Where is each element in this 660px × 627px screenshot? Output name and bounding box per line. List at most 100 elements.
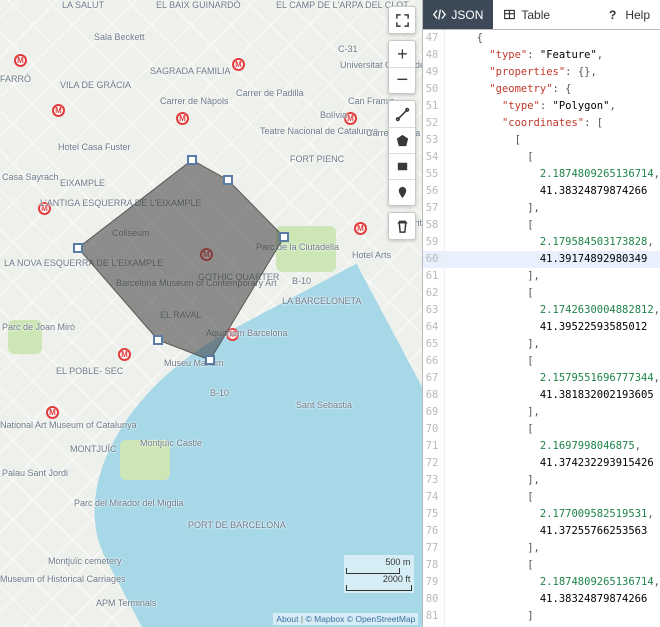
line-number: 71 — [423, 438, 445, 455]
metro-stop-icon: M — [176, 112, 189, 125]
code-line[interactable]: 58 [ — [423, 217, 660, 234]
line-number: 58 — [423, 217, 445, 234]
code-line[interactable]: 64 41.39522593585012 — [423, 319, 660, 336]
line-number: 69 — [423, 404, 445, 421]
code-line[interactable]: 79 2.1874809265136714, — [423, 574, 660, 591]
tab-json[interactable]: JSON — [423, 0, 493, 29]
delete-button[interactable] — [389, 213, 415, 239]
poi-label: Parc de Joan Miró — [2, 322, 75, 332]
code-line[interactable]: 62 [ — [423, 285, 660, 302]
line-number: 66 — [423, 353, 445, 370]
line-number: 64 — [423, 319, 445, 336]
code-line[interactable]: 49 "properties": {}, — [423, 64, 660, 81]
code-line[interactable]: 66 [ — [423, 353, 660, 370]
code-line[interactable]: 60 41.39174892980349 — [423, 251, 660, 268]
code-line[interactable]: 71 2.1697998046875, — [423, 438, 660, 455]
code-line[interactable]: 61 ], — [423, 268, 660, 285]
tab-help-label: Help — [625, 8, 650, 22]
poi-label: Teatre Nacional de Catalunya — [260, 126, 378, 136]
line-number: 73 — [423, 472, 445, 489]
marker-tool-icon — [395, 185, 410, 200]
zoom-in-button[interactable]: + — [389, 41, 415, 67]
code-line[interactable]: 73 ], — [423, 472, 660, 489]
metro-stop-icon: M — [46, 406, 59, 419]
code-line[interactable]: 76 41.37255766253563 — [423, 523, 660, 540]
map-port — [137, 494, 332, 627]
metro-stop-icon: M — [354, 222, 367, 235]
line-number: 78 — [423, 557, 445, 574]
scale-metric: 500 m — [358, 557, 412, 567]
code-line[interactable]: 54 [ — [423, 149, 660, 166]
code-line[interactable]: 75 2.177009582519531, — [423, 506, 660, 523]
code-line[interactable]: 72 41.374232293915426 — [423, 455, 660, 472]
line-number: 53 — [423, 132, 445, 149]
poi-label: EL POBLE- SEC — [56, 366, 123, 376]
poi-label: Palau Sant Jordi — [2, 468, 68, 478]
scale-imperial: 2000 ft — [358, 574, 412, 584]
map-controls: + − — [388, 6, 416, 240]
line-number: 81 — [423, 608, 445, 625]
fullscreen-button[interactable] — [389, 7, 415, 33]
poi-label: EL BAIX GUINARDÓ — [156, 0, 241, 10]
code-line[interactable]: 55 2.1874809265136714, — [423, 166, 660, 183]
code-line[interactable]: 59 2.179584503173828, — [423, 234, 660, 251]
line-number: 65 — [423, 336, 445, 353]
code-line[interactable]: 68 41.381832002193605 — [423, 387, 660, 404]
code-line[interactable]: 67 2.1579551696777344, — [423, 370, 660, 387]
poi-label: Sant Sebastià — [296, 400, 352, 410]
line-number: 51 — [423, 98, 445, 115]
code-line[interactable]: 77 ], — [423, 540, 660, 557]
line-number: 68 — [423, 387, 445, 404]
tab-table[interactable]: Table — [493, 0, 560, 29]
metro-stop-icon: M — [232, 58, 245, 71]
code-line[interactable]: 70 [ — [423, 421, 660, 438]
table-icon — [503, 8, 516, 21]
code-line[interactable]: 69 ], — [423, 404, 660, 421]
poi-label: Hotel Arts — [352, 250, 391, 260]
attrib-mapbox[interactable]: © Mapbox — [305, 614, 344, 624]
line-number: 52 — [423, 115, 445, 132]
code-line[interactable]: 52 "coordinates": [ — [423, 115, 660, 132]
map-panel[interactable]: M M M M M M M M M M M LA SALUT EL BAIX G… — [0, 0, 422, 627]
line-number: 54 — [423, 149, 445, 166]
line-number: 79 — [423, 574, 445, 591]
attrib-osm[interactable]: © OpenStreetMap — [347, 614, 416, 624]
draw-rectangle-button[interactable] — [389, 153, 415, 179]
poi-label: B-10 — [210, 388, 229, 398]
poi-label: LA SALUT — [62, 0, 104, 10]
code-line[interactable]: 80 41.38324879874266 — [423, 591, 660, 608]
tab-bar: JSON Table ? Help — [423, 0, 660, 30]
code-line[interactable]: 57 ], — [423, 200, 660, 217]
code-line[interactable]: 81 ] — [423, 608, 660, 625]
code-line[interactable]: 65 ], — [423, 336, 660, 353]
map-canvas[interactable]: M M M M M M M M M M M LA SALUT EL BAIX G… — [0, 0, 422, 627]
draw-line-button[interactable] — [389, 101, 415, 127]
zoom-out-button[interactable]: − — [389, 67, 415, 93]
tab-help[interactable]: ? Help — [599, 0, 660, 29]
json-editor[interactable]: 47 {48 "type": "Feature",49 "properties"… — [423, 30, 660, 627]
code-line[interactable]: 51 "type": "Polygon", — [423, 98, 660, 115]
side-panel: JSON Table ? Help 47 {48 "type": "Featur… — [422, 0, 660, 627]
code-line[interactable]: 56 41.38324879874266 — [423, 183, 660, 200]
poi-label: APM Terminals — [96, 598, 156, 608]
drawn-polygon[interactable] — [70, 160, 296, 360]
code-line[interactable]: 74 [ — [423, 489, 660, 506]
draw-polygon-button[interactable] — [389, 127, 415, 153]
line-number: 75 — [423, 506, 445, 523]
poi-label: Parc del Mirador del Migdia — [74, 498, 184, 508]
poi-label: Museum of Historical Carriages — [0, 574, 126, 584]
line-number: 50 — [423, 81, 445, 98]
help-icon: ? — [609, 8, 616, 22]
poi-label: FORT PIENC — [290, 154, 344, 164]
code-line[interactable]: 78 [ — [423, 557, 660, 574]
code-line[interactable]: 63 2.1742630004882812, — [423, 302, 660, 319]
code-line[interactable]: 50 "geometry": { — [423, 81, 660, 98]
code-icon — [433, 8, 446, 21]
attrib-about[interactable]: About — [276, 614, 298, 624]
line-number: 62 — [423, 285, 445, 302]
code-line[interactable]: 53 [ — [423, 132, 660, 149]
draw-marker-button[interactable] — [389, 179, 415, 205]
code-line[interactable]: 48 "type": "Feature", — [423, 47, 660, 64]
tab-table-label: Table — [521, 8, 550, 22]
code-line[interactable]: 47 { — [423, 30, 660, 47]
